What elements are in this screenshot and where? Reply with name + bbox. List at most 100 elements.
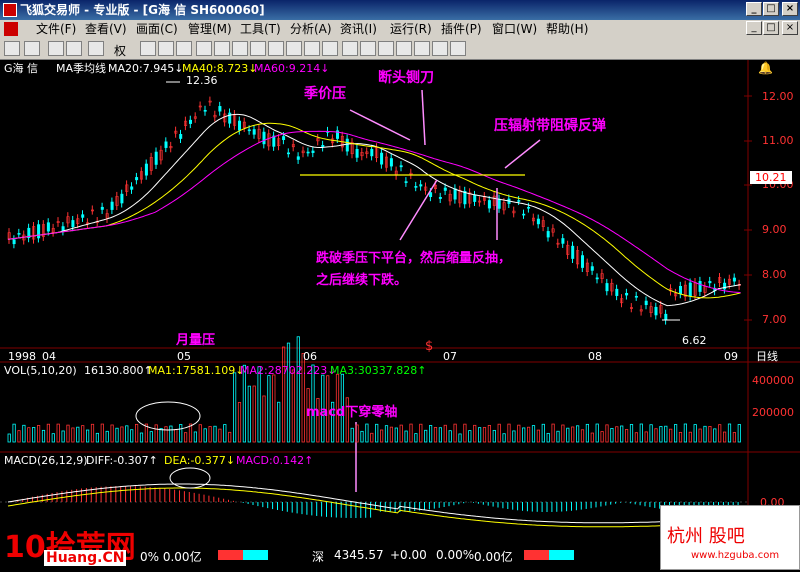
time-tick-07: 07 — [443, 350, 457, 363]
price-tick-700: 7.00 — [762, 313, 787, 326]
status-bar-meter — [218, 550, 268, 560]
menu-run[interactable]: 运行(R) — [390, 20, 432, 38]
chart-line-icon[interactable] — [342, 41, 358, 56]
status-left: 0% 0.00亿 — [140, 550, 202, 564]
child-minimize-button[interactable]: _ — [746, 21, 762, 35]
status-index-name: 深 — [312, 550, 325, 564]
time-tick-04: 04 — [42, 350, 56, 363]
period-label[interactable]: 日线 — [756, 349, 778, 363]
child-close-button[interactable]: × — [782, 21, 798, 35]
menu-manage[interactable]: 管理(M) — [188, 20, 232, 38]
annotation-break-2: 之后继续下跌。 — [316, 272, 407, 288]
watermark-left-sub: Huang.CN — [44, 550, 127, 566]
table-icon[interactable] — [378, 41, 394, 56]
weight-dropdown[interactable]: 权 — [114, 42, 126, 59]
macd-diff: DIFF:-0.307↑ — [86, 454, 158, 467]
vol-ma3: MA3:30337.828↑ — [330, 364, 426, 377]
menu-tools[interactable]: 工具(T) — [240, 20, 281, 38]
time-tick-09: 09 — [724, 350, 738, 363]
macd-label: MACD(26,12,9) — [4, 454, 88, 467]
target-icon[interactable] — [268, 41, 284, 56]
vol-tick-200000: 200000 — [752, 406, 794, 419]
menu-view[interactable]: 查看(V) — [85, 20, 127, 38]
menu-screen[interactable]: 画面(C) — [136, 20, 178, 38]
menu-window[interactable]: 窗口(W) — [492, 20, 537, 38]
pin-icon[interactable] — [250, 41, 266, 56]
watermark-right-text: 杭州 股吧 — [667, 526, 745, 547]
cycle-icon[interactable] — [140, 41, 156, 56]
book2-icon[interactable] — [232, 41, 248, 56]
draw-icon[interactable] — [304, 41, 320, 56]
dollar-marker: $ — [425, 339, 433, 354]
price-tick-1200: 12.00 — [762, 90, 794, 103]
annotation-macd-cross: macd下穿零轴 — [306, 404, 397, 420]
vol-value: 16130.800↑ — [84, 364, 153, 377]
status-index-value: 4345.57 — [334, 548, 384, 562]
vol-ma1: MA1:17581.109↓ — [148, 364, 244, 377]
indicator-name: MA季均线 — [56, 61, 106, 75]
menu-plugins[interactable]: 插件(P) — [441, 20, 482, 38]
monitor-icon[interactable] — [450, 41, 466, 56]
book-icon[interactable] — [214, 41, 230, 56]
vol-tick-400000: 400000 — [752, 374, 794, 387]
menu-analysis[interactable]: 分析(A) — [290, 20, 332, 38]
menu-file[interactable]: 文件(F) — [36, 20, 76, 38]
stats-icon[interactable] — [396, 41, 412, 56]
status-bar-meter-2 — [524, 550, 574, 560]
macd-value: MACD:0.142↑ — [236, 454, 313, 467]
annotation-guillotine: 断头铡刀 — [378, 69, 434, 86]
menu-bar: 文件(F) 查看(V) 画面(C) 管理(M) 工具(T) 分析(A) 资讯(I… — [0, 20, 800, 38]
time-tick-06: 06 — [303, 350, 317, 363]
close-button[interactable]: × — [782, 2, 798, 16]
bell-icon: 🔔 — [758, 61, 773, 75]
period-icon[interactable] — [88, 41, 104, 56]
zoom-out-icon[interactable] — [66, 41, 82, 56]
doc-icon — [4, 22, 18, 36]
app-window: 飞狐交易师 - 专业版 - [G海 信 SH600060] _ □ × 文件(F… — [0, 0, 800, 572]
indicator-icon[interactable] — [414, 41, 430, 56]
annotation-break-1: 跌破季压下平台，然后缩量反抽， — [316, 250, 511, 266]
status-change: +0.00 — [390, 548, 427, 562]
high-label: 12.36 — [186, 74, 218, 87]
list-icon[interactable] — [158, 41, 174, 56]
time-tick-08: 08 — [588, 350, 602, 363]
annotation-season-pressure: 季价压 — [303, 85, 346, 102]
window-title: 飞狐交易师 - 专业版 - [G海 信 SH600060] — [20, 3, 265, 17]
annotation-radiation-band: 压辐射带阻碍反弹 — [494, 117, 606, 134]
annotation-monthly-volume: 月量压 — [175, 333, 215, 348]
child-maximize-button[interactable]: □ — [763, 21, 779, 35]
scan-icon[interactable] — [286, 41, 302, 56]
low-label: 6.62 — [682, 334, 707, 347]
bar-icon[interactable] — [360, 41, 376, 56]
chart-icon[interactable] — [4, 41, 20, 56]
toolbar: 权 — [0, 38, 800, 60]
watermark-left-logo: 10拾荒网 Huang.CN — [0, 520, 140, 570]
vol-ma2: MA2:28702.223↓ — [240, 364, 336, 377]
status-pct: 0.00% — [436, 548, 475, 562]
watermark-right-logo: 杭州 股吧 www.hzguba.com — [660, 505, 800, 570]
current-price: 10.21 — [755, 171, 787, 184]
zoom-in-icon[interactable] — [48, 41, 64, 56]
window-icon[interactable] — [432, 41, 448, 56]
macd-dea: DEA:-0.377↓ — [164, 454, 235, 467]
price-tick-800: 8.00 — [762, 268, 787, 281]
grid-icon[interactable] — [176, 41, 192, 56]
ma20-value: MA20:7.945↓ — [108, 62, 183, 75]
maximize-button[interactable]: □ — [763, 2, 779, 16]
info-icon[interactable] — [196, 41, 212, 56]
price-tick-1100: 11.00 — [762, 134, 794, 147]
stock-chart[interactable]: G海 信 MA季均线 MA20:7.945↓ MA40:8.723↓ MA60:… — [0, 60, 800, 540]
minimize-button[interactable]: _ — [746, 2, 762, 16]
time-tick-1998: 1998 — [8, 350, 36, 363]
watermark-right-sub: www.hzguba.com — [691, 550, 780, 561]
vol-label: VOL(5,10,20) — [4, 364, 77, 377]
dropdown-icon[interactable] — [24, 41, 40, 56]
stock-name: G海 信 — [4, 61, 38, 75]
time-tick-05: 05 — [177, 350, 191, 363]
menu-info[interactable]: 资讯(I) — [340, 20, 377, 38]
ma60-value: MA60:9.214↓ — [254, 62, 329, 75]
pen-icon[interactable] — [322, 41, 338, 56]
menu-help[interactable]: 帮助(H) — [546, 20, 588, 38]
title-bar: 飞狐交易师 - 专业版 - [G海 信 SH600060] _ □ × — [0, 0, 800, 20]
price-tick-900: 9.00 — [762, 223, 787, 236]
